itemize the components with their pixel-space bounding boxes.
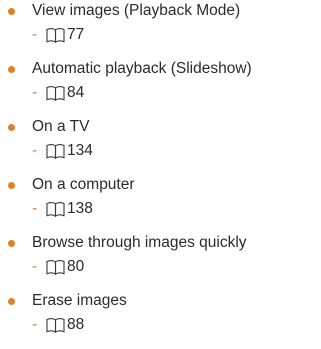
page-number: 84: [67, 84, 85, 101]
item-title: On a computer: [32, 176, 135, 193]
list-item: Erase images - 88: [0, 290, 321, 346]
item-title: Browse through images quickly: [32, 234, 247, 251]
page-number: 138: [67, 200, 93, 217]
bullet-icon: [8, 182, 15, 189]
page-number: 88: [67, 316, 85, 333]
list-item: On a computer - 138: [0, 174, 321, 230]
book-icon: [46, 260, 65, 275]
ref-dash: -: [32, 258, 38, 275]
list-item: Browse through images quickly - 80: [0, 232, 321, 288]
page-number: 80: [67, 258, 85, 275]
bullet-icon: [8, 8, 15, 15]
ref-dash: -: [32, 316, 38, 333]
book-icon: [46, 318, 65, 333]
book-icon: [46, 28, 65, 43]
ref-dash: -: [32, 26, 38, 43]
ref-dash: -: [32, 84, 38, 101]
bullet-icon: [8, 298, 15, 305]
book-icon: [46, 144, 65, 159]
book-icon: [46, 86, 65, 101]
list-item: View images (Playback Mode) - 77: [0, 0, 321, 56]
list-item: On a TV - 134: [0, 116, 321, 172]
item-title: On a TV: [32, 118, 90, 135]
page-number: 77: [67, 26, 85, 43]
ref-dash: -: [32, 200, 38, 217]
item-title: Automatic playback (Slideshow): [32, 60, 252, 77]
reference-list: View images (Playback Mode) - 77 Automat…: [0, 0, 321, 349]
bullet-icon: [8, 66, 15, 73]
list-item: Automatic playback (Slideshow) - 84: [0, 58, 321, 114]
item-title: View images (Playback Mode): [32, 2, 241, 19]
bullet-icon: [8, 124, 15, 131]
item-title: Erase images: [32, 292, 127, 309]
page-number: 134: [67, 142, 93, 159]
ref-dash: -: [32, 142, 38, 159]
bullet-icon: [8, 240, 15, 247]
book-icon: [46, 202, 65, 217]
